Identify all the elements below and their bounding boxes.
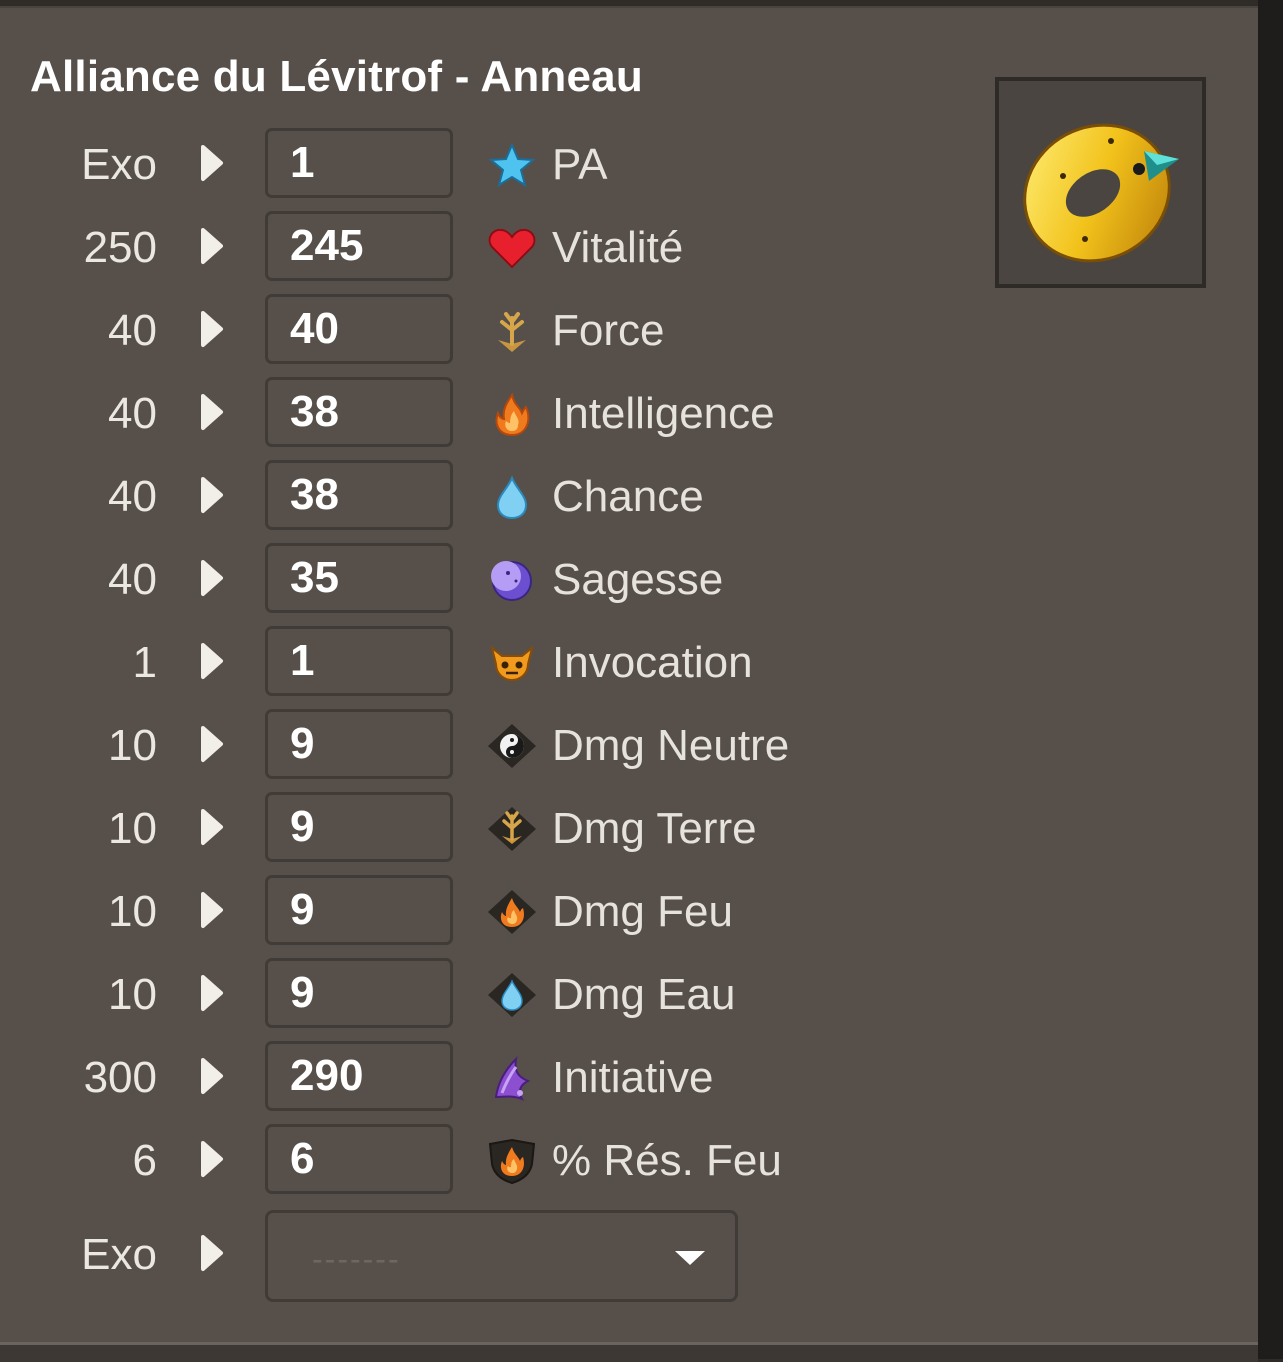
stat-label: Dmg Eau xyxy=(552,970,736,1019)
earth-damage-icon xyxy=(488,807,536,851)
stat-value-input[interactable]: 1 xyxy=(265,626,453,696)
stat-row-dmg-terre: 10 9 Dmg Terre xyxy=(0,792,1000,864)
stat-value-input[interactable]: 35 xyxy=(265,543,453,613)
stat-label: % Rés. Feu xyxy=(552,1136,782,1185)
stat-max: 300 xyxy=(83,1053,157,1102)
stat-max: Exo xyxy=(81,140,157,189)
stat-row-pa: Exo 1 PA xyxy=(0,128,1000,200)
summon-icon xyxy=(490,645,534,682)
exo-caption: Exo xyxy=(81,1230,157,1279)
stat-row-dmg-neutre: 10 9 Dmg Neutre xyxy=(0,709,1000,781)
neutral-damage-icon xyxy=(488,724,536,768)
earth-icon xyxy=(498,312,526,352)
water-damage-icon xyxy=(488,973,536,1017)
stat-max: 6 xyxy=(132,1136,157,1185)
stat-max: 40 xyxy=(108,555,157,604)
moon-icon xyxy=(491,561,532,601)
stat-row-sagesse: 40 35 Sagesse xyxy=(0,543,1000,615)
play-arrow-icon[interactable] xyxy=(197,226,227,266)
stat-max: 1 xyxy=(132,638,157,687)
exo-select-dropdown[interactable]: ------- xyxy=(265,1210,738,1302)
stat-value-input[interactable]: 38 xyxy=(265,377,453,447)
stat-max: 40 xyxy=(108,389,157,438)
play-arrow-icon[interactable] xyxy=(197,973,227,1013)
play-arrow-icon[interactable] xyxy=(197,724,227,764)
play-arrow-icon[interactable] xyxy=(197,1056,227,1096)
golden-ring-with-spike-icon xyxy=(1023,123,1179,263)
stat-value-input[interactable]: 9 xyxy=(265,792,453,862)
stat-row-initiative: 300 290 Initiative xyxy=(0,1041,1000,1113)
stat-value-input[interactable]: 38 xyxy=(265,460,453,530)
stat-label: Force xyxy=(552,306,665,355)
stat-row-dmg-eau: 10 9 Dmg Eau xyxy=(0,958,1000,1030)
stat-label: Intelligence xyxy=(552,389,775,438)
stat-value-input[interactable]: 40 xyxy=(265,294,453,364)
play-arrow-icon[interactable] xyxy=(197,392,227,432)
exo-select-value: ------- xyxy=(312,1241,401,1277)
stat-value-input[interactable]: 9 xyxy=(265,875,453,945)
play-arrow-icon[interactable] xyxy=(197,1233,227,1273)
stat-row-chance: 40 38 Chance xyxy=(0,460,1000,532)
stat-row-dmg-feu: 10 9 Dmg Feu xyxy=(0,875,1000,947)
play-arrow-icon[interactable] xyxy=(197,641,227,681)
item-image-frame xyxy=(995,77,1206,288)
stat-value-input[interactable]: 1 xyxy=(265,128,453,198)
initiative-icon xyxy=(494,1056,531,1101)
stat-row-invocation: 1 1 Invocation xyxy=(0,626,1000,698)
stat-value-input[interactable]: 245 xyxy=(265,211,453,281)
stat-row-force: 40 40 Force xyxy=(0,294,1000,366)
play-arrow-icon[interactable] xyxy=(197,807,227,847)
fire-damage-icon xyxy=(488,890,536,934)
stat-label: Sagesse xyxy=(552,555,724,604)
stat-row-res-feu: 6 6 % Rés. Feu xyxy=(0,1124,1000,1196)
stat-label: Vitalité xyxy=(552,223,684,272)
play-arrow-icon[interactable] xyxy=(197,1139,227,1179)
stat-max: 40 xyxy=(108,472,157,521)
stat-value-input[interactable]: 6 xyxy=(265,1124,453,1194)
fire-resistance-icon xyxy=(488,1138,536,1184)
play-arrow-icon[interactable] xyxy=(197,475,227,515)
stat-label: Initiative xyxy=(552,1053,714,1102)
stat-max: 10 xyxy=(108,970,157,1019)
stat-value-input[interactable]: 290 xyxy=(265,1041,453,1111)
stat-label: PA xyxy=(552,140,608,189)
stat-max: 10 xyxy=(108,804,157,853)
item-title: Alliance du Lévitrof - Anneau xyxy=(30,52,643,101)
star-icon xyxy=(488,142,536,188)
play-arrow-icon[interactable] xyxy=(197,143,227,183)
stat-max: 40 xyxy=(108,306,157,355)
fire-icon xyxy=(495,392,530,437)
stat-row-vitalite: 250 245 Vitalité xyxy=(0,211,1000,283)
stat-row-intelligence: 40 38 Intelligence xyxy=(0,377,1000,449)
stat-label: Chance xyxy=(552,472,704,521)
stat-label: Dmg Terre xyxy=(552,804,757,853)
play-arrow-icon[interactable] xyxy=(197,309,227,349)
stat-label: Dmg Feu xyxy=(552,887,733,936)
stat-value-input[interactable]: 9 xyxy=(265,958,453,1028)
water-drop-icon xyxy=(496,475,528,520)
stat-max: 10 xyxy=(108,721,157,770)
panel-bottom-divider xyxy=(0,1342,1258,1362)
stat-label: Dmg Neutre xyxy=(552,721,790,770)
play-arrow-icon[interactable] xyxy=(197,558,227,598)
stat-value-input[interactable]: 9 xyxy=(265,709,453,779)
play-arrow-icon[interactable] xyxy=(197,890,227,930)
stat-label: Invocation xyxy=(552,638,753,687)
stat-max: 250 xyxy=(83,223,157,272)
chevron-down-icon xyxy=(675,1251,705,1265)
stat-max: 10 xyxy=(108,887,157,936)
scroll-edge xyxy=(1258,0,1283,1359)
heart-icon xyxy=(488,228,536,269)
